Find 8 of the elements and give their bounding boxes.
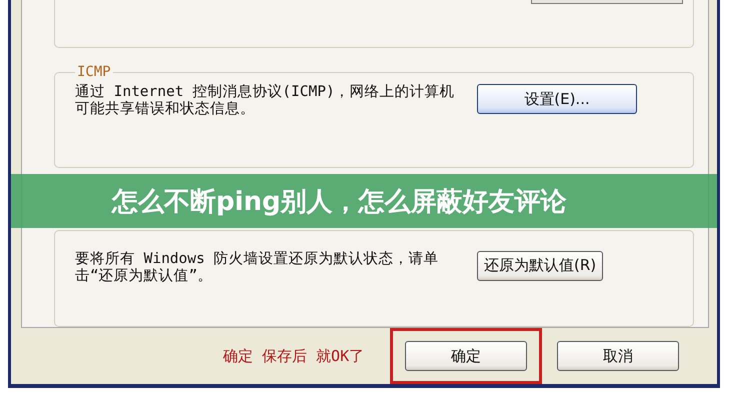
group-button[interactable]: 设置(E)... bbox=[477, 84, 637, 114]
cut-off-button[interactable] bbox=[531, 0, 683, 4]
group-label: ICMP bbox=[76, 64, 112, 80]
group-button[interactable]: 还原为默认值(R) bbox=[477, 250, 604, 281]
ok-button[interactable]: 确定 bbox=[405, 341, 528, 371]
annotation-text: 确定 保存后 就OK了 bbox=[223, 346, 364, 366]
title-banner: 怎么不断ping别人，怎么屏蔽好友评论 bbox=[11, 174, 717, 228]
cancel-button[interactable]: 取消 bbox=[557, 341, 680, 371]
